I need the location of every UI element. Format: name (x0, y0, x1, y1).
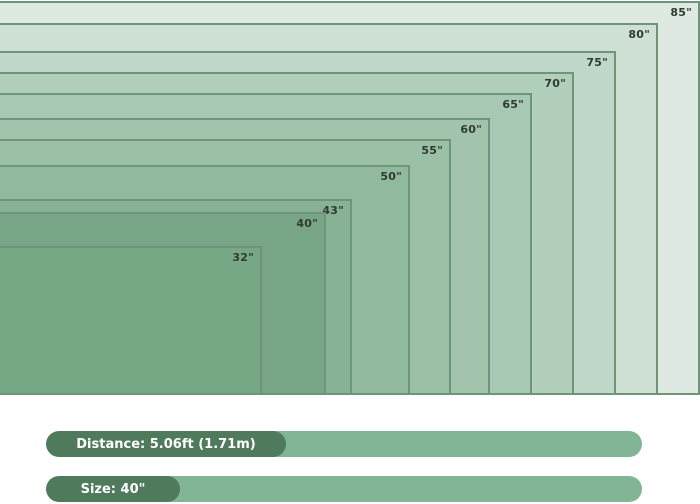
tv-size-label: 85" (670, 6, 692, 19)
tv-size-label: 60" (460, 123, 482, 136)
tv-size-label: 32" (232, 251, 254, 264)
tv-size-comparison: 85" 80" 75" 70" 65" 60" 55" 50" 43" 40" 32" (0, 0, 700, 395)
tv-size-label: 65" (502, 98, 524, 111)
size-slider-fill[interactable]: Size: 40" (46, 476, 180, 502)
tv-size-label: 80" (628, 28, 650, 41)
tv-size-label: 70" (544, 77, 566, 90)
tv-size-label: 75" (586, 56, 608, 69)
tv-outline-32: 32" (0, 246, 262, 395)
distance-label: Distance: 5.06ft (1.71m) (76, 436, 256, 452)
tv-size-label: 55" (421, 144, 443, 157)
tv-size-label: 50" (380, 170, 402, 183)
size-slider[interactable]: Size: 40" (46, 476, 642, 502)
distance-slider[interactable]: Distance: 5.06ft (1.71m) (46, 431, 642, 457)
distance-slider-fill[interactable]: Distance: 5.06ft (1.71m) (46, 431, 286, 457)
tv-size-label: 40" (296, 217, 318, 230)
size-label: Size: 40" (80, 481, 146, 497)
